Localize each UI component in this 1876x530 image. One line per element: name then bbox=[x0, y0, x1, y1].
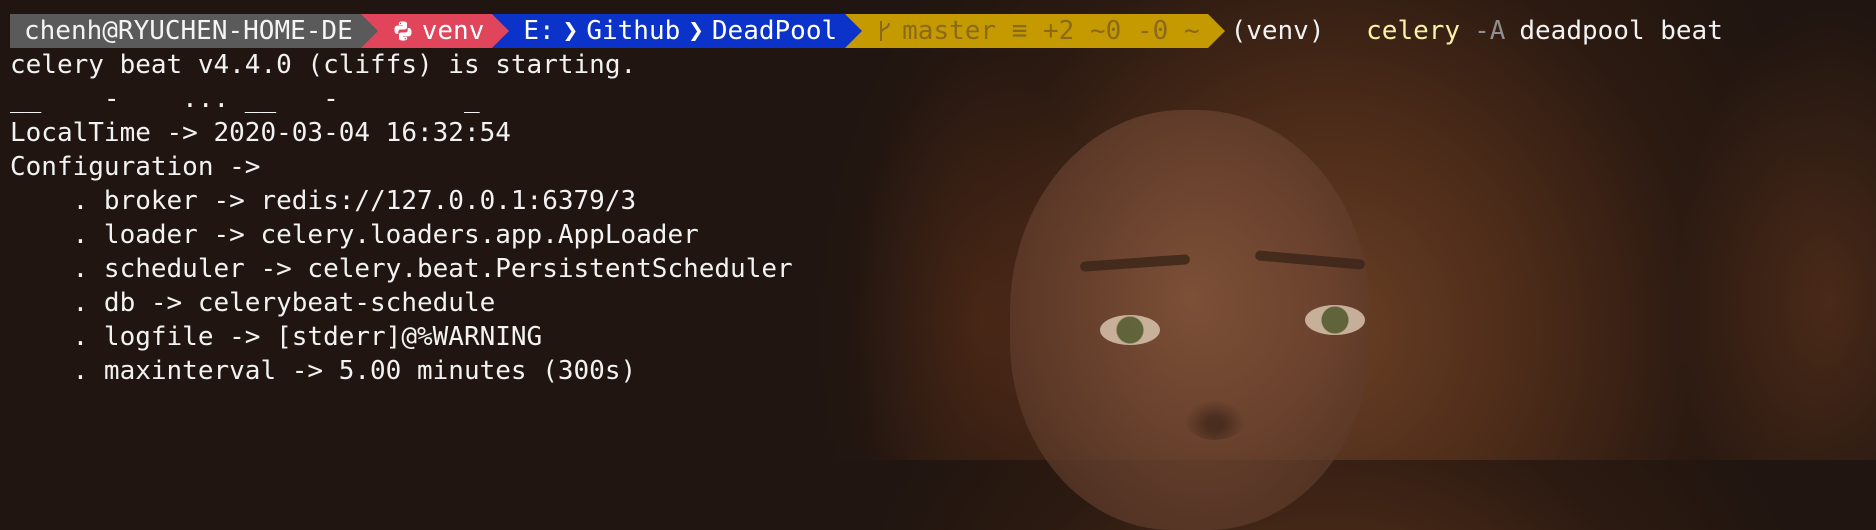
prompt-user: chenh@RYUCHEN-HOME-DE bbox=[24, 16, 353, 46]
segment-separator bbox=[360, 14, 378, 48]
output-line: . db -> celerybeat-schedule bbox=[10, 288, 496, 318]
path-folder-deadpool: DeadPool bbox=[711, 16, 838, 46]
segment-separator bbox=[492, 14, 510, 48]
command-flag: -A bbox=[1474, 16, 1506, 46]
path-drive: E: bbox=[523, 16, 555, 46]
prompt-user-segment: chenh@RYUCHEN-HOME-DE bbox=[10, 14, 361, 48]
output-line: . maxinterval -> 5.00 minutes (300s) bbox=[10, 356, 637, 386]
output-line: . logfile -> [stderr]@%WARNING bbox=[10, 322, 543, 352]
output-line: __ - ... __ - _ bbox=[10, 84, 480, 114]
command-program: celery bbox=[1366, 16, 1461, 46]
path-folder-github: Github bbox=[586, 16, 681, 46]
git-status: master ≡ +2 ~0 -0 ~ bbox=[902, 16, 1200, 46]
venv-prefix: (venv) bbox=[1230, 16, 1325, 46]
terminal[interactable]: chenh@RYUCHEN-HOME-DE venv E: ❯ Github ❯… bbox=[10, 14, 1876, 388]
segment-separator bbox=[845, 14, 863, 48]
command-args: deadpool beat bbox=[1519, 16, 1723, 46]
branch-icon bbox=[880, 21, 891, 41]
prompt-line: chenh@RYUCHEN-HOME-DE venv E: ❯ Github ❯… bbox=[10, 14, 1876, 48]
output-line: Configuration -> bbox=[10, 152, 261, 182]
prompt-git-segment: master ≡ +2 ~0 -0 ~ bbox=[862, 14, 1208, 48]
output-line: celery beat v4.4.0 (cliffs) is starting. bbox=[10, 50, 637, 80]
segment-separator bbox=[1207, 14, 1225, 48]
prompt-path-segment: E: ❯ Github ❯ DeadPool bbox=[509, 14, 846, 48]
output-line: . broker -> redis://127.0.0.1:6379/3 bbox=[10, 186, 637, 216]
output-line: . loader -> celery.loaders.app.AppLoader bbox=[10, 220, 699, 250]
prompt-venv: venv bbox=[421, 16, 485, 46]
prompt-venv-segment: venv bbox=[377, 14, 493, 48]
python-icon bbox=[394, 21, 412, 41]
output-line: LocalTime -> 2020-03-04 16:32:54 bbox=[10, 118, 511, 148]
chevron-right-icon: ❯ bbox=[562, 16, 579, 46]
chevron-right-icon: ❯ bbox=[688, 16, 704, 46]
output-line: . scheduler -> celery.beat.PersistentSch… bbox=[10, 254, 793, 284]
background-nose bbox=[1185, 400, 1245, 440]
